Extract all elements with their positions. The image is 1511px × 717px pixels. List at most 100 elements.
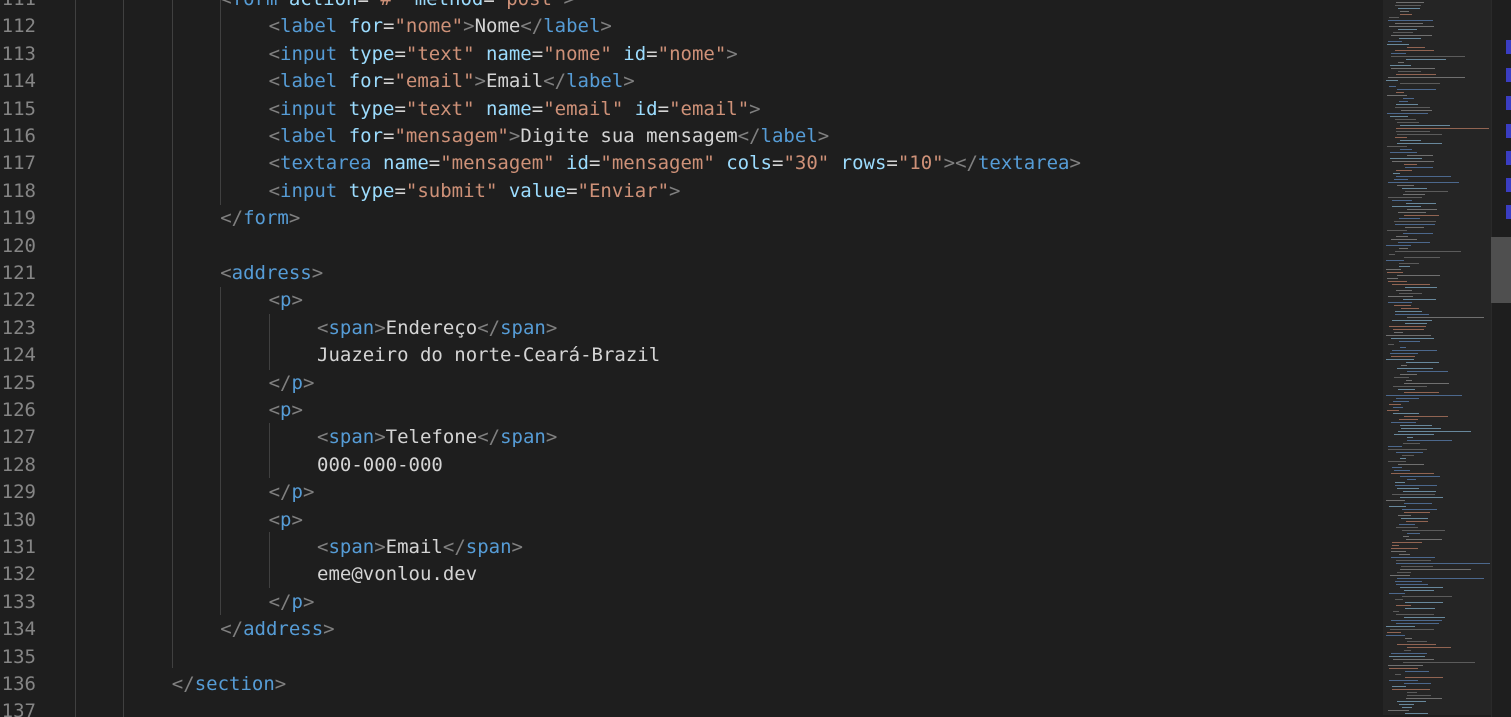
code-token: "Enviar"	[577, 179, 670, 202]
code-token: =	[531, 42, 544, 65]
minimap-line	[1397, 275, 1440, 276]
code-text: <span>Telefone</span>	[317, 424, 557, 451]
code-line[interactable]: 121 <address>	[0, 260, 1383, 287]
minimap-line	[1400, 374, 1417, 375]
minimap-line	[1395, 137, 1407, 138]
code-token: input	[280, 42, 338, 65]
code-line[interactable]: 136 </section>	[0, 671, 1383, 698]
code-line[interactable]: 115 <input type="text" name="email" id="e…	[0, 96, 1383, 123]
scrollbar-thumb[interactable]	[1491, 237, 1511, 303]
code-token: <	[268, 179, 281, 202]
code-token: >	[726, 42, 738, 65]
code-line[interactable]: 111<form action="#" method="post">	[0, 0, 1383, 13]
code-line[interactable]: 112 <label for="nome">Nome</label>	[0, 13, 1383, 40]
code-line[interactable]: 124 Juazeiro do norte-Ceará-Brazil	[0, 342, 1383, 369]
code-line[interactable]: 114 <label for="email">Email</label>	[0, 68, 1383, 95]
code-token: =	[588, 152, 601, 175]
code-token: "#"	[369, 0, 403, 10]
code-line[interactable]: 123 <span>Endereço</span>	[0, 315, 1383, 342]
code-line[interactable]: 131 <span>Email</span>	[0, 534, 1383, 561]
minimap[interactable]	[1383, 0, 1491, 717]
code-token: "nome"	[543, 42, 612, 65]
code-line[interactable]: 113 <input type="text" name="nome" id="no…	[0, 41, 1383, 68]
code-line[interactable]: 137	[0, 698, 1383, 717]
vertical-scrollbar[interactable]	[1491, 0, 1511, 717]
code-token: >	[302, 371, 315, 394]
code-token: p	[291, 371, 303, 394]
code-line[interactable]: 130 <p>	[0, 507, 1383, 534]
code-line[interactable]: 126 <p>	[0, 397, 1383, 424]
minimap-line	[1393, 329, 1424, 330]
line-number: 127	[1, 426, 36, 449]
minimap-line	[1400, 125, 1450, 126]
code-line[interactable]: 128 000-000-000	[0, 452, 1383, 479]
minimap-line	[1399, 248, 1408, 249]
minimap-line	[1389, 680, 1418, 681]
line-number: 111	[0, 0, 36, 13]
code-token: =	[771, 152, 784, 175]
minimap-line	[1404, 512, 1430, 513]
code-line[interactable]: 135	[0, 644, 1383, 671]
minimap-line	[1392, 320, 1432, 321]
code-line[interactable]: 129 </p>	[0, 479, 1383, 506]
code-line[interactable]: 117 <textarea name="mensagem" id="mensage…	[0, 150, 1383, 177]
code-line[interactable]: 120	[0, 233, 1383, 260]
minimap-line	[1390, 158, 1422, 159]
code-token: >	[463, 15, 475, 38]
minimap-line	[1386, 359, 1414, 360]
code-line[interactable]: 133 </p>	[0, 589, 1383, 616]
scrollbar-marker	[1506, 178, 1511, 192]
code-token: "30"	[783, 152, 830, 175]
minimap-line	[1407, 155, 1433, 156]
code-line[interactable]: 116 <label for="mensagem">Digite sua mens…	[0, 123, 1383, 150]
minimap-line	[1400, 347, 1406, 348]
minimap-line	[1388, 281, 1407, 282]
code-line[interactable]: 119 </form>	[0, 205, 1383, 232]
minimap-line	[1391, 338, 1434, 339]
code-token: label	[543, 15, 601, 38]
code-text: </section>	[172, 671, 286, 698]
minimap-line	[1389, 17, 1399, 18]
minimap-line	[1407, 695, 1431, 696]
minimap-line	[1398, 515, 1411, 516]
line-number: 126	[1, 399, 36, 421]
minimap-line	[1393, 413, 1419, 414]
code-token: "nome"	[657, 42, 727, 65]
minimap-line	[1398, 431, 1471, 432]
code-line[interactable]: 132 eme@vonlou.dev	[0, 561, 1383, 588]
code-text: <address>	[220, 260, 323, 287]
scrollbar-marker	[1506, 124, 1511, 138]
code-token: <	[268, 15, 281, 38]
code-token: Nome	[474, 15, 521, 38]
code-line[interactable]: 122 <p>	[0, 287, 1383, 314]
minimap-line	[1399, 38, 1421, 39]
minimap-line	[1398, 62, 1404, 63]
minimap-line	[1398, 389, 1415, 390]
code-token: span	[465, 536, 512, 558]
minimap-line	[1388, 449, 1427, 450]
code-editor[interactable]: 111<form action="#" method="post">112<la…	[0, 0, 1383, 717]
minimap-line	[1388, 41, 1402, 42]
code-token: type	[337, 42, 395, 65]
code-token: <	[268, 152, 281, 175]
code-token: id	[554, 152, 589, 175]
minimap-line	[1398, 212, 1426, 213]
minimap-line	[1390, 353, 1418, 354]
code-text: </address>	[220, 616, 334, 643]
minimap-line	[1387, 230, 1407, 231]
code-line[interactable]: 125 </p>	[0, 370, 1383, 397]
code-token: form	[232, 0, 278, 10]
scrollbar-marker	[1506, 96, 1511, 110]
code-token: <	[268, 508, 281, 531]
minimap-line	[1407, 533, 1420, 534]
minimap-line	[1403, 662, 1475, 663]
code-line[interactable]: 118 <input type="submit" value="Enviar">	[0, 178, 1383, 205]
line-number: 124	[1, 344, 36, 367]
code-line[interactable]: 134 </address>	[0, 616, 1383, 643]
code-text: <p>	[269, 397, 303, 424]
minimap-line	[1386, 245, 1411, 246]
code-line[interactable]: 127 <span>Telefone</span>	[0, 424, 1383, 451]
minimap-line	[1404, 416, 1448, 417]
minimap-line	[1395, 314, 1429, 315]
minimap-line	[1407, 440, 1452, 441]
